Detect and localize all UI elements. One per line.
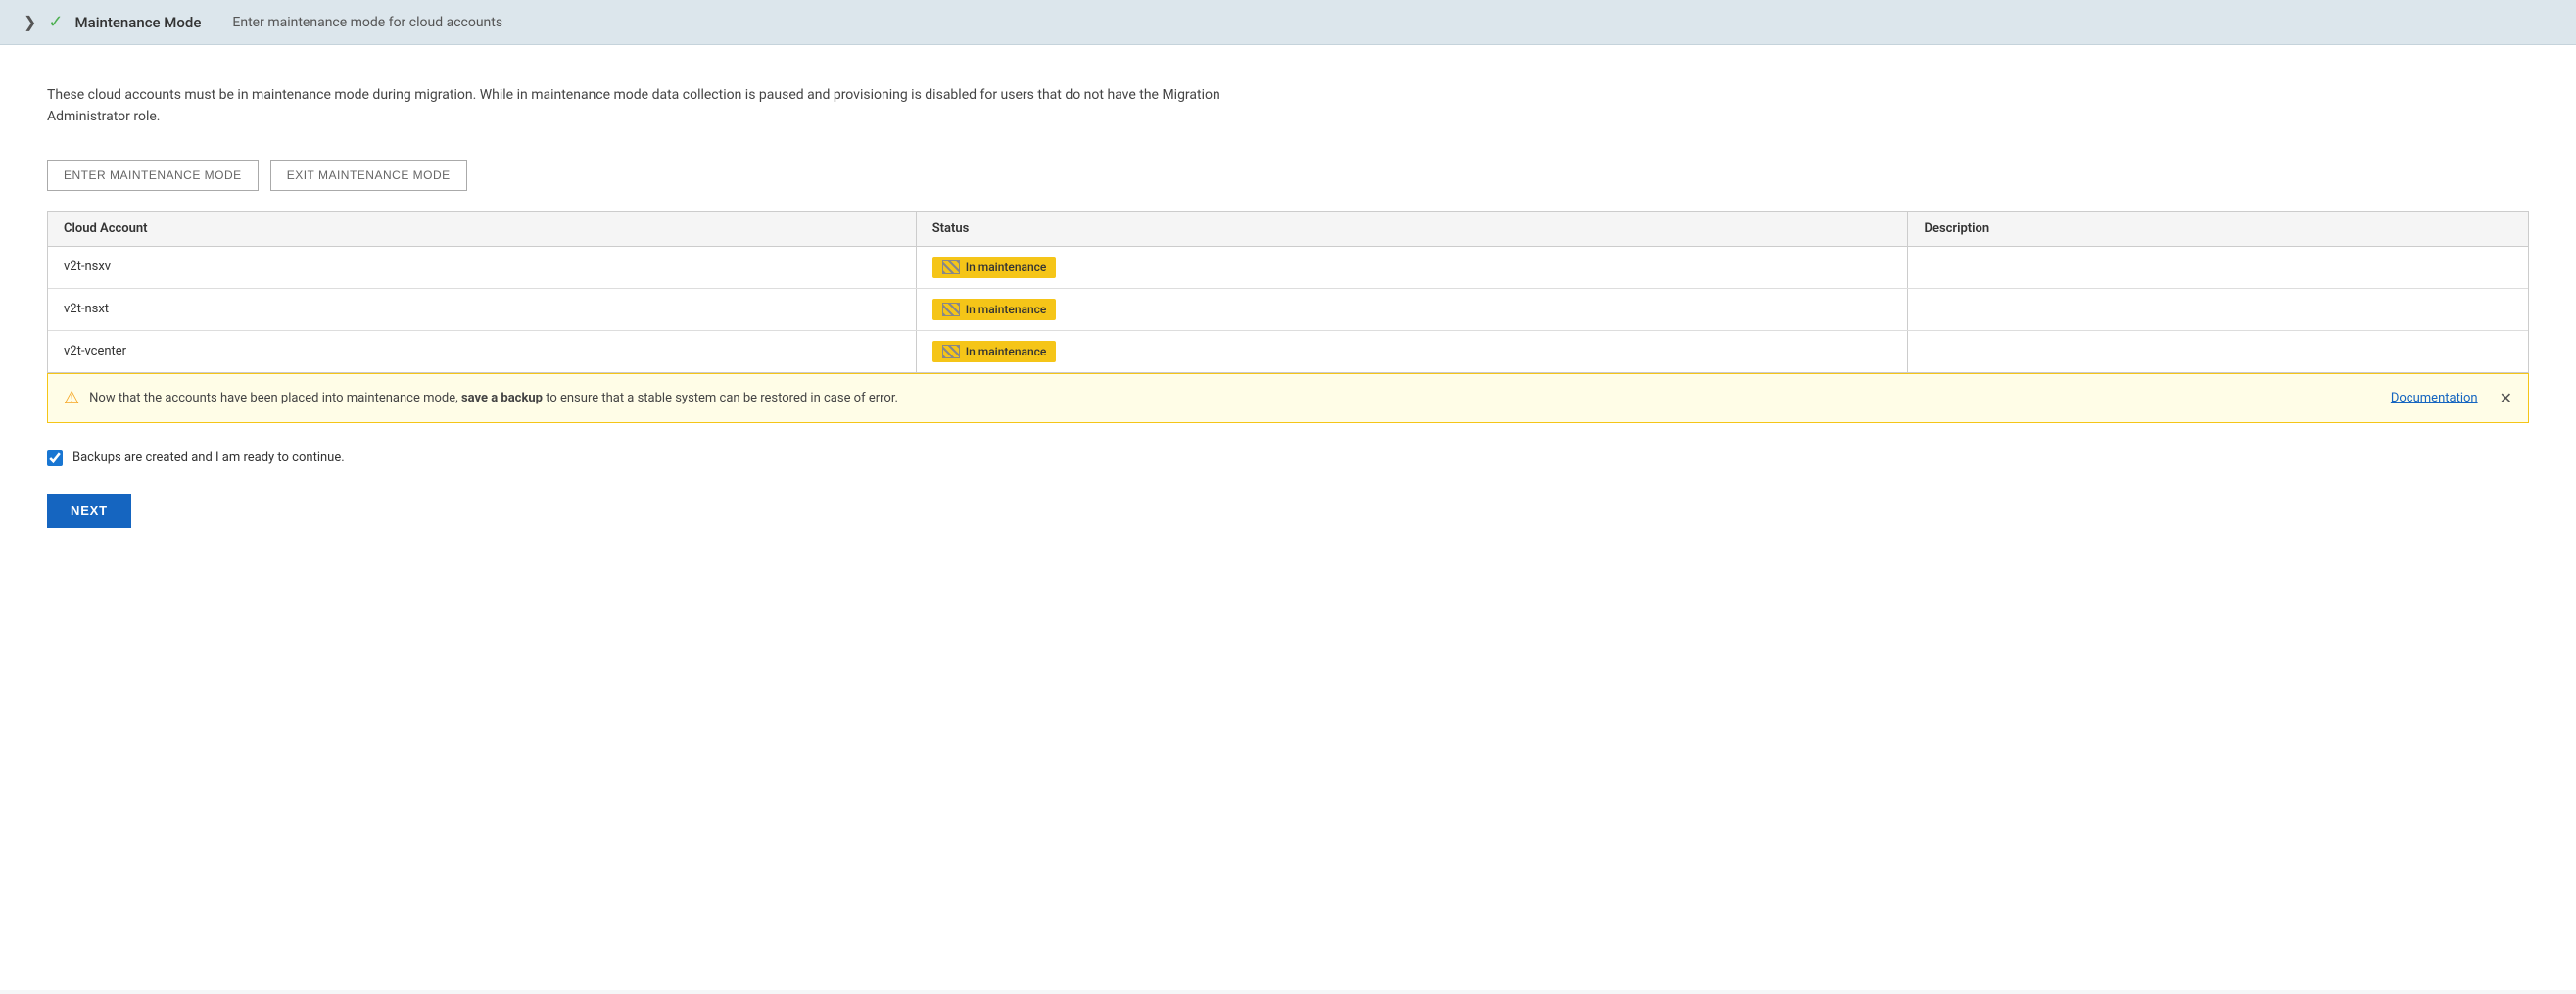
warning-banner: ⚠ Now that the accounts have been placed… xyxy=(47,373,2529,423)
status-badge: In maintenance xyxy=(932,257,1057,278)
header-bar: ❯ ✓ Maintenance Mode Enter maintenance m… xyxy=(0,0,2576,45)
status-text: In maintenance xyxy=(966,303,1047,316)
account-cell: v2t-nsxv xyxy=(48,246,916,288)
warning-bold-text: save a backup xyxy=(461,391,543,405)
status-text: In maintenance xyxy=(966,345,1047,358)
backup-checkbox[interactable] xyxy=(47,450,63,466)
header-title: Maintenance Mode xyxy=(75,14,202,31)
header-subtitle: Enter maintenance mode for cloud account… xyxy=(232,15,502,30)
warning-text-after: to ensure that a stable system can be re… xyxy=(543,391,898,405)
description-cell xyxy=(1908,246,2528,288)
status-cell: In maintenance xyxy=(916,330,1908,372)
status-cell: In maintenance xyxy=(916,246,1908,288)
description-text: These cloud accounts must be in maintena… xyxy=(47,84,1222,128)
button-row: ENTER MAINTENANCE MODE EXIT MAINTENANCE … xyxy=(47,160,2529,191)
warning-icon: ⚠ xyxy=(64,388,79,408)
table-row: v2t-nsxv In maintenance xyxy=(48,246,2528,288)
checkbox-row: Backups are created and I am ready to co… xyxy=(47,450,2529,466)
status-badge: In maintenance xyxy=(932,341,1057,362)
description-cell xyxy=(1908,288,2528,330)
next-button[interactable]: NEXT xyxy=(47,494,131,528)
table-header-row: Cloud Account Status Description xyxy=(48,212,2528,247)
table-row: v2t-vcenter In maintenance xyxy=(48,330,2528,372)
maintenance-hatch-icon xyxy=(942,303,960,316)
enter-maintenance-button[interactable]: ENTER MAINTENANCE MODE xyxy=(47,160,259,191)
maintenance-hatch-icon xyxy=(942,345,960,358)
column-header-description: Description xyxy=(1908,212,2528,247)
maintenance-hatch-icon xyxy=(942,260,960,274)
account-cell: v2t-nsxt xyxy=(48,288,916,330)
status-badge: In maintenance xyxy=(932,299,1057,320)
backup-checkbox-label[interactable]: Backups are created and I am ready to co… xyxy=(72,450,345,465)
exit-maintenance-button[interactable]: EXIT MAINTENANCE MODE xyxy=(270,160,467,191)
status-text: In maintenance xyxy=(966,260,1047,274)
column-header-status: Status xyxy=(916,212,1908,247)
check-icon: ✓ xyxy=(48,12,63,32)
description-cell xyxy=(1908,330,2528,372)
warning-text: Now that the accounts have been placed i… xyxy=(89,389,2381,408)
chevron-icon: ❯ xyxy=(24,13,36,31)
cloud-accounts-table: Cloud Account Status Description v2t-nsx… xyxy=(47,211,2529,373)
account-cell: v2t-vcenter xyxy=(48,330,916,372)
warning-text-before: Now that the accounts have been placed i… xyxy=(89,391,461,405)
close-warning-icon[interactable]: ✕ xyxy=(2500,389,2512,407)
table-row: v2t-nsxt In maintenance xyxy=(48,288,2528,330)
status-cell: In maintenance xyxy=(916,288,1908,330)
column-header-account: Cloud Account xyxy=(48,212,916,247)
main-content: These cloud accounts must be in maintena… xyxy=(0,45,2576,990)
documentation-link[interactable]: Documentation xyxy=(2391,391,2478,405)
